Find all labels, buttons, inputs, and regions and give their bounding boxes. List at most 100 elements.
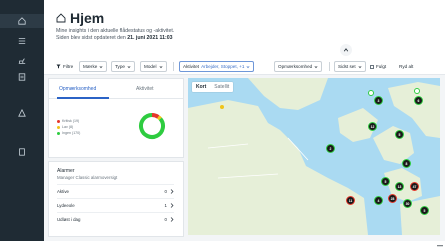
alarm-row-label: Udløst i dag: [57, 217, 81, 222]
type-dropdown[interactable]: Type: [111, 61, 135, 72]
donut-segment-critical: [151, 113, 160, 119]
page-header: Hjem Mine insights i den aktuelle flådes…: [44, 0, 445, 58]
page-subtitle: Mine insights i den aktuelle flådestatus…: [56, 28, 175, 34]
status-card: Opmærksomhed Aktivitet Kritisk (19) Lav …: [48, 78, 184, 158]
alarms-card: Alarmer Manager Classic alarmoversigt Ak…: [48, 161, 184, 237]
workshop-dropdown[interactable]: Opmærksomhed: [274, 61, 323, 72]
workshop-label: Opmærksomhed: [278, 64, 313, 69]
map-cluster-marker[interactable]: 4: [374, 196, 383, 205]
map-base: [188, 78, 440, 235]
chevron-down-icon: [314, 65, 318, 68]
activity-dropdown[interactable]: Aktivitet Arbejder, Stoppet, +1: [179, 61, 255, 72]
alarm-row-right: 1: [165, 203, 174, 208]
tab-activity[interactable]: Aktivitet: [136, 86, 154, 92]
type-label: Type: [115, 64, 125, 69]
model-label: Model: [144, 64, 157, 69]
legend-critical-label: Kritisk (19): [62, 119, 80, 123]
sidebar-item-alerts[interactable]: [0, 106, 44, 120]
map-cluster-marker[interactable]: 3: [374, 96, 383, 105]
brand-label: Mærke: [83, 64, 98, 69]
alarm-row-right: 0: [165, 217, 174, 222]
sidebar-item-list[interactable]: [0, 34, 44, 48]
home-icon: [56, 13, 66, 23]
attention-donut-chart: [139, 113, 165, 139]
donut-segment-low: [157, 115, 162, 121]
home-icon: [18, 17, 26, 25]
followed-label: Fulgt: [376, 64, 387, 69]
chevron-down-icon: [99, 65, 103, 68]
active-tab-indicator: [57, 97, 109, 99]
model-dropdown[interactable]: Model: [140, 61, 167, 72]
map-cluster-marker[interactable]: 11: [346, 196, 355, 205]
tab-attention[interactable]: Opmærksomhed: [59, 86, 96, 92]
map-type-toggle: Kort Satellit: [192, 82, 234, 92]
map-cluster-marker[interactable]: 8: [402, 159, 411, 168]
chevron-down-icon: [246, 65, 250, 68]
sidebar-item-reports[interactable]: [0, 70, 44, 84]
page-title: Hjem: [70, 10, 105, 26]
tab-satellite[interactable]: Satellit: [210, 82, 233, 92]
map-cluster-marker[interactable]: 30: [403, 199, 412, 208]
list-icon: [18, 38, 26, 44]
chevron-down-icon: [127, 65, 131, 68]
clear-all-button[interactable]: Ryd alt: [399, 61, 413, 72]
app-root: Hjem Mine insights i den aktuelle flådes…: [0, 0, 445, 249]
last-updated: Siden blev sidst opdateret den 21. juni …: [56, 35, 173, 41]
map-cluster-marker[interactable]: 13: [395, 182, 404, 191]
checkbox-icon: [370, 64, 374, 69]
last-seen-dropdown[interactable]: Sidst set: [334, 61, 366, 72]
chevron-right-icon: [170, 217, 174, 222]
legend-low-label: Lav (8): [62, 125, 74, 129]
sidebar-item-machines[interactable]: [0, 54, 44, 68]
sidebar-item-documents[interactable]: [0, 145, 44, 159]
alarm-row-label: Lydeeole: [57, 203, 75, 208]
main-area: Hjem Mine insights i den aktuelle flådes…: [44, 0, 445, 241]
alarm-row-active[interactable]: Aktive 0: [57, 184, 174, 198]
alarm-row-right: 0: [165, 189, 174, 194]
map-cluster-marker[interactable]: 28: [388, 194, 397, 203]
alarm-row-count: 1: [164, 203, 167, 208]
followed-checkbox[interactable]: Fulgt: [370, 61, 386, 72]
collapse-button[interactable]: [340, 44, 352, 56]
critical-dot: [57, 119, 60, 123]
map-marker-pin[interactable]: [414, 88, 420, 94]
alarm-row-silenced[interactable]: Lydeeole 1: [57, 198, 174, 212]
alarms-title: Alarmer: [57, 168, 75, 174]
last-updated-prefix: Siden blev sidst opdateret den: [56, 35, 128, 41]
filter-label: Filtre: [63, 64, 74, 69]
legend-low: Lav (8): [57, 125, 73, 129]
filter-icon: [56, 64, 61, 69]
map-cluster-marker[interactable]: 47: [410, 182, 419, 191]
tab-map[interactable]: Kort: [192, 82, 210, 92]
alarm-row-label: Aktive: [57, 189, 69, 194]
filter-bar: Filtre Mærke Type Model Aktivitet Arbejd…: [44, 58, 445, 75]
map-cluster-marker[interactable]: 5: [420, 206, 429, 215]
chevron-up-icon: [343, 48, 349, 52]
map-cluster-marker[interactable]: 2: [326, 144, 335, 153]
filter-separator: [173, 62, 174, 71]
filter-button[interactable]: Filtre: [56, 61, 73, 72]
map-cluster-marker[interactable]: 5: [381, 177, 390, 186]
last-seen-label: Sidst set: [338, 64, 356, 69]
document-icon: [19, 148, 25, 156]
brand-dropdown[interactable]: Mærke: [79, 61, 108, 72]
low-dot: [57, 125, 60, 129]
sidebar: [0, 0, 44, 241]
sidebar-item-home[interactable]: [0, 14, 44, 28]
map-marker-pin[interactable]: [368, 90, 374, 96]
fleet-map[interactable]: Kort Satellit 6 3 12 5 2 8 5 13 47 11 4 …: [188, 78, 440, 235]
report-icon: [18, 73, 26, 81]
chevron-down-icon: [159, 65, 162, 68]
map-cluster-marker[interactable]: 12: [368, 122, 377, 131]
status-tabs: Opmærksomhed Aktivitet: [49, 79, 183, 99]
dashboard-content: Opmærksomhed Aktivitet Kritisk (19) Lav …: [44, 75, 445, 241]
map-cluster-marker[interactable]: 6: [414, 96, 423, 105]
chevron-down-icon: [358, 65, 362, 68]
alarms-subtitle: Manager Classic alarmoversigt: [57, 175, 118, 180]
alarm-row-today[interactable]: Udløst i dag 0: [57, 212, 174, 226]
activity-label: Aktivitet: [183, 64, 200, 69]
map-marker-pin[interactable]: [220, 105, 224, 109]
last-updated-date: 21. juni 2021 11:03: [127, 35, 173, 41]
map-cluster-marker[interactable]: 5: [395, 130, 404, 139]
alarm-row-count: 0: [164, 189, 167, 194]
